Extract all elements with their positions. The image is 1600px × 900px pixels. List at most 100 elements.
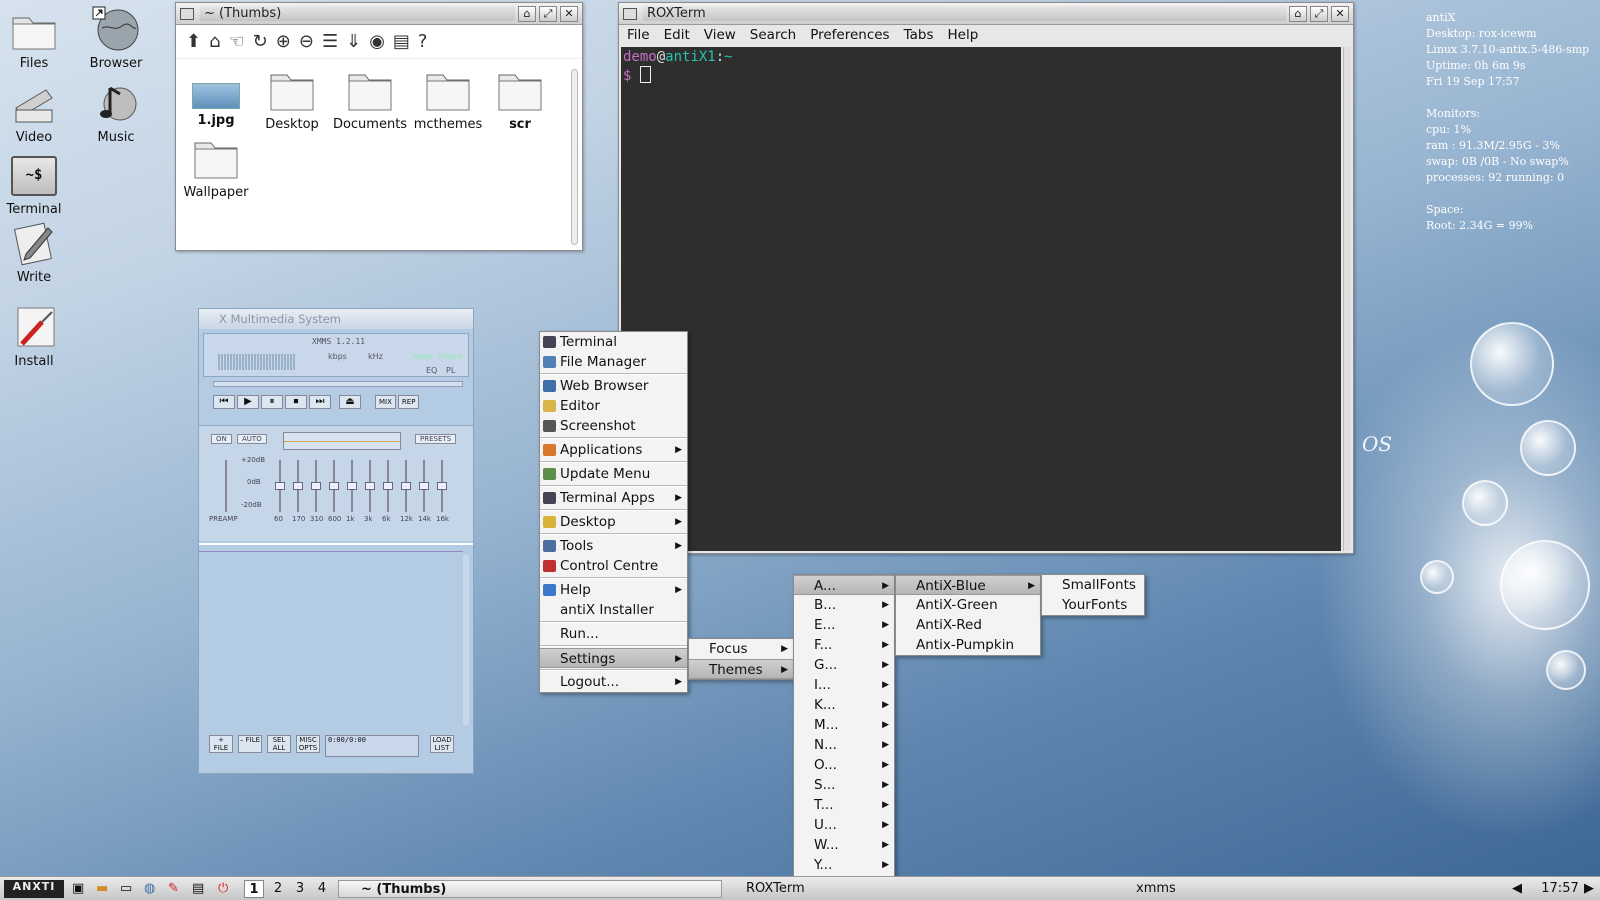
menu-item-themes[interactable]: Themes ▶ <box>689 659 793 679</box>
folder-item[interactable]: Desktop <box>256 69 328 132</box>
globe-icon[interactable]: ◍ <box>144 880 155 898</box>
close-button[interactable]: ✕ <box>1331 5 1349 22</box>
playlist-area[interactable] <box>199 551 463 727</box>
menu-item-terminal[interactable]: Terminal <box>540 332 687 352</box>
select-icon[interactable]: ▤ <box>393 31 410 52</box>
clock[interactable]: 17:57 <box>1538 880 1582 898</box>
xmms-eq-toggle[interactable]: EQ <box>426 366 437 375</box>
menu-item-logout[interactable]: Logout... ▶ <box>540 672 687 692</box>
eq-band-slider[interactable] <box>311 460 321 512</box>
close-button[interactable]: ✕ <box>560 5 578 22</box>
eq-band-slider[interactable] <box>437 460 447 512</box>
volume-icon[interactable]: ◀ <box>1512 880 1522 898</box>
menu-item-w[interactable]: W... ▶ <box>794 835 894 855</box>
scrollbar[interactable] <box>571 69 578 245</box>
menu-item-e[interactable]: E... ▶ <box>794 615 894 635</box>
show-hidden-icon[interactable]: ◉ <box>369 31 385 52</box>
desktop-icon-video[interactable]: Video <box>0 80 72 145</box>
eq-band-slider[interactable] <box>329 460 339 512</box>
menu-item-screenshot[interactable]: Screenshot <box>540 416 687 436</box>
menu-item-yourfonts[interactable]: YourFonts <box>1042 595 1144 615</box>
menu-item-n[interactable]: N... ▶ <box>794 735 894 755</box>
task-xmms[interactable]: xmms <box>1118 880 1498 898</box>
menu-item-g[interactable]: G... ▶ <box>794 655 894 675</box>
menu-item-t[interactable]: T... ▶ <box>794 795 894 815</box>
load-list-button[interactable]: LOAD LIST <box>430 735 454 753</box>
menu-tabs[interactable]: Tabs <box>904 27 934 45</box>
menu-preferences[interactable]: Preferences <box>810 27 889 45</box>
desktop-icon-terminal[interactable]: ~$ Terminal <box>0 156 72 217</box>
menu-item-antix-blue[interactable]: AntiX-Blue ▶ <box>896 575 1040 595</box>
menu-item-m[interactable]: M... ▶ <box>794 715 894 735</box>
menu-item-a[interactable]: A... ▶ <box>794 575 894 595</box>
maximize-button[interactable]: ⤢ <box>539 5 557 22</box>
menu-item-file-manager[interactable]: File Manager <box>540 352 687 372</box>
menu-item-editor[interactable]: Editor <box>540 396 687 416</box>
show-desktop-icon[interactable]: ▣ <box>72 880 84 898</box>
xmms-seek-bar[interactable] <box>213 381 463 387</box>
menu-item-antix-installer[interactable]: antiX Installer <box>540 600 687 620</box>
menu-item-o[interactable]: O... ▶ <box>794 755 894 775</box>
shuffle-button[interactable]: MIX <box>375 395 396 409</box>
next-icon[interactable]: ⏭ <box>309 395 331 409</box>
folder-icon[interactable]: ▬ <box>96 880 108 898</box>
menu-item-f[interactable]: F... ▶ <box>794 635 894 655</box>
terminal-scrollbar[interactable] <box>1343 47 1351 551</box>
select-all-button[interactable]: SEL ALL <box>267 735 291 753</box>
file-manager-titlebar[interactable]: ~ (Thumbs) ⌂ ⤢ ✕ <box>176 3 582 25</box>
maximize-button[interactable]: ⤢ <box>1310 5 1328 22</box>
menu-item-u[interactable]: U... ▶ <box>794 815 894 835</box>
menu-file[interactable]: File <box>627 27 650 45</box>
menu-item-antix-pumpkin[interactable]: Antix-Pumpkin <box>896 635 1040 655</box>
details-icon[interactable]: ☰ <box>322 31 338 52</box>
menu-search[interactable]: Search <box>750 27 796 45</box>
eq-band-slider[interactable] <box>347 460 357 512</box>
folder-item[interactable]: Wallpaper <box>176 137 256 200</box>
desktop-icon-browser[interactable]: Browser <box>78 6 154 71</box>
eq-auto-button[interactable]: AUTO <box>237 434 267 444</box>
menu-item-b[interactable]: B... ▶ <box>794 595 894 615</box>
menu-item-tools[interactable]: Tools ▶ <box>540 536 687 556</box>
folder-item[interactable]: Documents <box>330 69 410 132</box>
eq-band-slider[interactable] <box>293 460 303 512</box>
up-arrow-icon[interactable]: ⬆ <box>186 31 201 52</box>
workspace-3[interactable]: 3 <box>290 880 310 898</box>
misc-options-button[interactable]: MISC OPTS <box>296 735 320 753</box>
desktop-icon-write[interactable]: Write <box>0 220 72 285</box>
folder-item[interactable]: scr <box>488 69 552 132</box>
menu-item-web-browser[interactable]: Web Browser <box>540 376 687 396</box>
menu-item-k[interactable]: K... ▶ <box>794 695 894 715</box>
preamp-slider[interactable] <box>225 460 227 512</box>
eject-icon[interactable]: ⏏ <box>339 395 361 409</box>
workspace-4[interactable]: 4 <box>312 880 332 898</box>
task-roxterm[interactable]: ROXTerm <box>726 880 806 898</box>
workspace-2[interactable]: 2 <box>268 880 288 898</box>
menu-item-applications[interactable]: Applications ▶ <box>540 440 687 460</box>
menu-edit[interactable]: Edit <box>664 27 690 45</box>
eq-on-button[interactable]: ON <box>211 434 232 444</box>
media-icon[interactable]: ▤ <box>192 880 204 898</box>
eq-band-slider[interactable] <box>401 460 411 512</box>
refresh-icon[interactable]: ↻ <box>253 31 268 52</box>
minimize-button[interactable]: ⌂ <box>518 5 536 22</box>
sort-icon[interactable]: ⇓ <box>346 31 361 52</box>
menu-item-update-menu[interactable]: Update Menu <box>540 464 687 484</box>
menu-item-control-centre[interactable]: Control Centre <box>540 556 687 576</box>
start-button[interactable]: ANXTI <box>4 880 64 898</box>
eq-band-slider[interactable] <box>365 460 375 512</box>
play-icon[interactable]: ▶ <box>237 395 259 409</box>
workspace-1[interactable]: 1 <box>244 880 264 898</box>
terminal-icon[interactable]: ▭ <box>120 880 132 898</box>
bookmark-icon[interactable]: ☜ <box>229 31 245 52</box>
minimize-button[interactable]: ⌂ <box>1289 5 1307 22</box>
task-file-manager[interactable]: ~ (Thumbs) <box>338 880 722 898</box>
help-icon[interactable]: ? <box>418 31 428 52</box>
desktop-icon-music[interactable]: Music <box>78 80 154 145</box>
menu-item-y[interactable]: Y... ▶ <box>794 855 894 875</box>
menu-item-smallfonts[interactable]: SmallFonts <box>1042 575 1144 595</box>
add-file-button[interactable]: + FILE <box>209 735 233 753</box>
menu-item-antix-red[interactable]: AntiX-Red <box>896 615 1040 635</box>
zoom-in-icon[interactable]: ⊕ <box>276 31 291 52</box>
menu-item-i[interactable]: I... ▶ <box>794 675 894 695</box>
stop-icon[interactable]: ⏹ <box>285 395 307 409</box>
